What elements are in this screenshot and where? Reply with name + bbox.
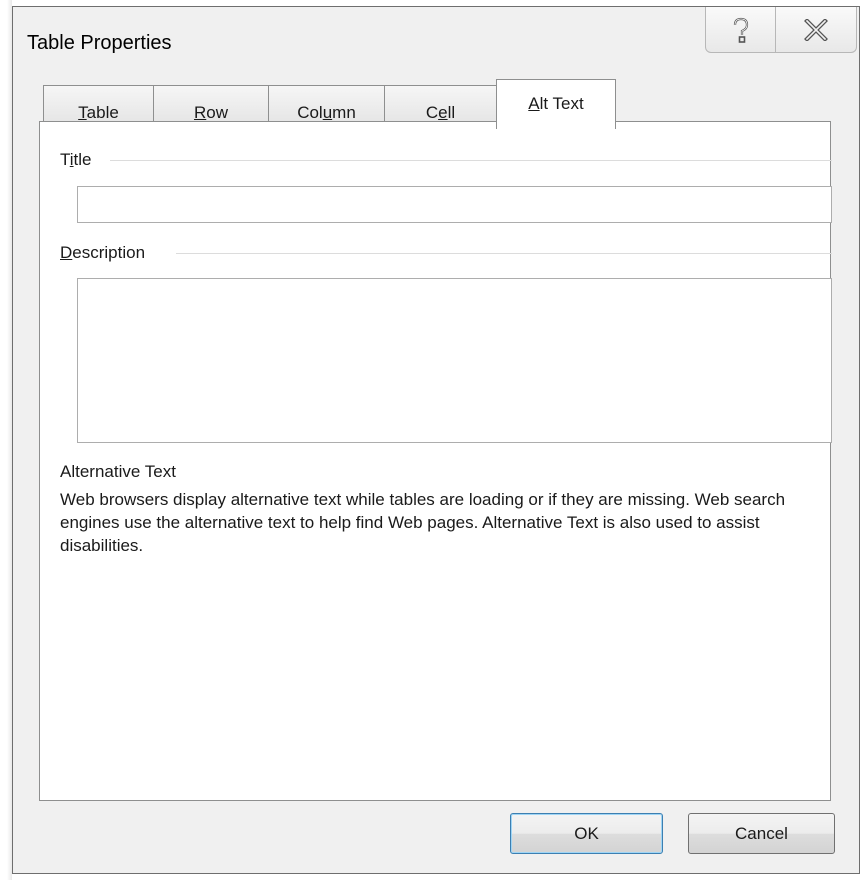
alternative-text-help: Web browsers display alternative text wh… <box>60 490 786 555</box>
title-input[interactable] <box>77 186 832 223</box>
tab-alt-text[interactable]: Alt Text <box>496 79 616 129</box>
alternative-text-heading: Alternative Text <box>60 462 176 481</box>
tab-alt-text-label-accel: A <box>528 94 540 113</box>
tab-table-label-post: able <box>86 103 119 122</box>
help-button[interactable] <box>705 7 776 53</box>
tab-cell-label-post: ll <box>447 103 456 122</box>
tab-column-label-pre: Col <box>297 103 323 122</box>
description-label-accel: D <box>60 243 73 262</box>
alt-text-panel: Title Description Alternative Text Web b… <box>39 121 832 801</box>
close-icon <box>804 18 828 41</box>
description-label-post: escription <box>72 243 146 262</box>
tab-row-label-accel: R <box>193 103 207 122</box>
description-textarea[interactable] <box>77 278 832 443</box>
left-edge-shadow <box>0 0 12 880</box>
title-label: Title <box>60 150 92 170</box>
close-button[interactable] <box>775 7 857 53</box>
tab-cell-label-pre: C <box>425 103 439 122</box>
ok-button[interactable]: OK <box>510 813 663 854</box>
tab-alt-text-label-post: lt Text <box>539 94 584 113</box>
tab-column-label-post: mn <box>332 103 356 122</box>
title-separator <box>110 160 832 161</box>
description-separator <box>176 253 832 254</box>
title-label-pre: T <box>60 150 70 169</box>
title-label-post: tle <box>73 150 92 169</box>
tab-row-label-post: ow <box>206 103 228 122</box>
tab-table-label-accel: T <box>78 103 87 122</box>
help-icon <box>733 17 748 43</box>
description-label: Description <box>60 243 145 263</box>
title-bar: Table Properties <box>13 7 859 69</box>
dialog-title: Table Properties <box>27 32 172 54</box>
cancel-button[interactable]: Cancel <box>688 813 835 854</box>
tab-column-label-accel: u <box>322 103 333 122</box>
tab-cell-label-accel: e <box>438 103 448 122</box>
table-properties-dialog: Table Properties Table Row Column Cell A… <box>12 6 860 874</box>
